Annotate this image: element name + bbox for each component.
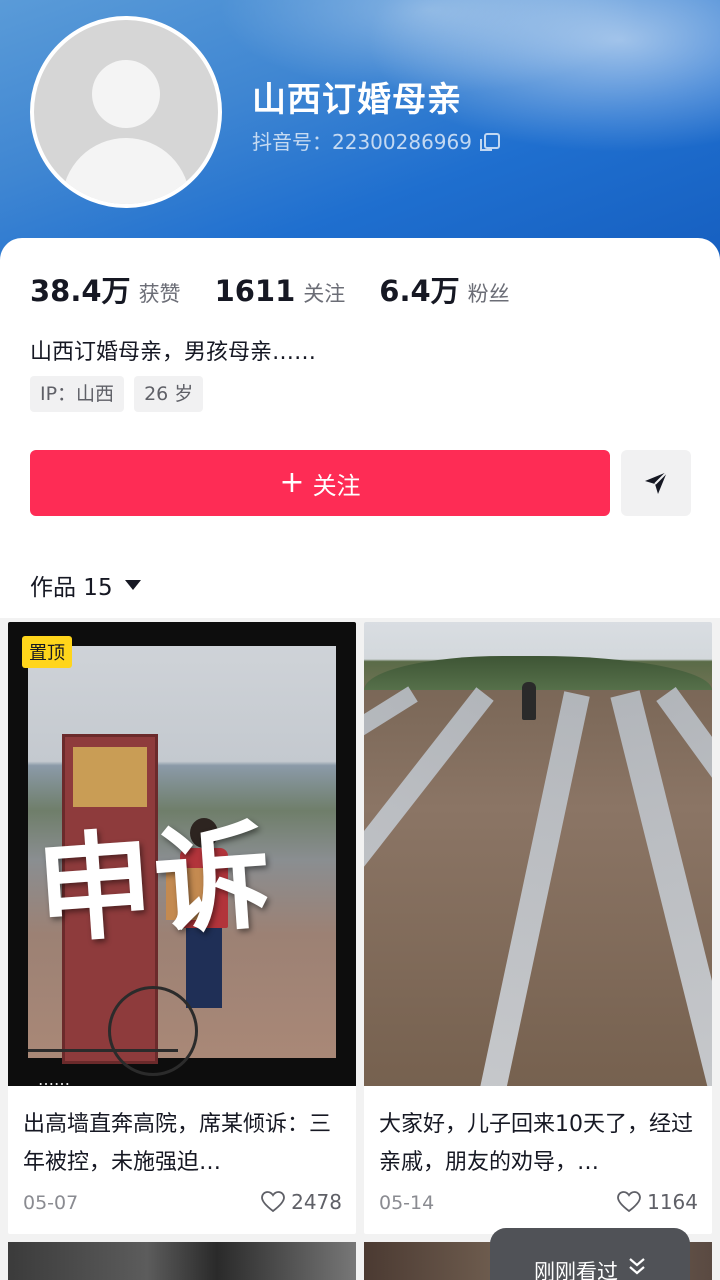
video-date: 05-07	[23, 1192, 79, 1214]
video-likes-count: 2478	[291, 1190, 342, 1214]
share-arrow-icon	[645, 471, 668, 494]
profile-tags: IP：山西 26 岁	[30, 376, 204, 412]
video-likes-count: 1164	[647, 1190, 698, 1214]
stat-likes-value: 38.4万	[30, 274, 131, 308]
stat-likes-label: 获赞	[138, 282, 181, 306]
plus-icon: +	[279, 465, 305, 500]
ip-location-tag: IP：山西	[30, 376, 125, 412]
profile-panel: 38.4万 获赞 1611 关注 6.4万 粉丝 山西订婚母亲，男孩母亲…… I…	[0, 238, 720, 618]
thumbnail-treeline	[364, 656, 712, 690]
stat-followers[interactable]: 6.4万 粉丝	[379, 268, 509, 310]
video-card-peek[interactable]	[8, 1242, 356, 1280]
avatar-placeholder-body	[62, 138, 190, 204]
video-card[interactable]: 申诉 …… 置顶 出高墙直奔高院，席某倾诉：三年被控，未施强迫… 05-07 2…	[8, 622, 356, 1234]
thumbnail-overlay-text: 申诉	[32, 807, 278, 961]
thumbnail-field-row	[364, 687, 494, 1086]
video-thumbnail[interactable]	[364, 622, 712, 1086]
avatar[interactable]	[30, 16, 222, 208]
video-thumbnail[interactable]: 申诉 …… 置顶	[8, 622, 356, 1086]
stat-following-value: 1611	[214, 274, 296, 308]
double-chevron-down-icon	[629, 1258, 645, 1275]
stat-followers-value: 6.4万	[379, 274, 460, 308]
pinned-badge: 置顶	[22, 636, 72, 668]
share-button[interactable]	[621, 450, 691, 516]
video-title: 大家好，儿子回来10天了，经过亲戚，朋友的劝导，…	[379, 1112, 693, 1175]
video-card[interactable]: 大家好，儿子回来10天了，经过亲戚，朋友的劝导，… 05-14 1164	[364, 622, 712, 1234]
works-tab[interactable]: 作品 15	[30, 568, 141, 602]
follow-button[interactable]: + 关注	[30, 450, 610, 516]
caret-down-icon	[124, 580, 141, 590]
douyin-id-text: 抖音号：2230028696​9	[252, 130, 472, 154]
stats-row: 38.4万 获赞 1611 关注 6.4万 粉丝	[30, 268, 544, 310]
video-likes: 1164	[617, 1190, 698, 1214]
recently-viewed-label: 刚刚看过	[534, 1260, 618, 1280]
stat-likes[interactable]: 38.4万 获赞	[30, 268, 181, 310]
profile-bio: 山西订婚母亲，男孩母亲……	[30, 340, 317, 365]
copy-icon[interactable]	[479, 132, 500, 151]
thumbnail-bottom-caption: ……	[38, 1070, 70, 1086]
thumbnail-person	[522, 682, 536, 720]
works-tab-label: 作品 15	[30, 575, 113, 601]
heart-icon	[617, 1191, 641, 1213]
thumbnail-field-row	[447, 691, 590, 1086]
recently-viewed-button[interactable]: 刚刚看过	[490, 1228, 690, 1280]
video-likes: 2478	[261, 1190, 342, 1214]
age-tag: 26 岁	[134, 376, 204, 412]
follow-button-label: 关注	[312, 471, 361, 500]
douyin-id-row[interactable]: 抖音号：2230028696​9	[252, 126, 500, 155]
heart-icon	[261, 1191, 285, 1213]
profile-name: 山西订婚母亲	[252, 80, 462, 120]
stat-following[interactable]: 1611 关注	[215, 274, 346, 308]
avatar-placeholder-head	[92, 60, 160, 128]
stat-followers-label: 粉丝	[467, 282, 510, 306]
stat-following-label: 关注	[303, 282, 346, 306]
video-date: 05-14	[379, 1192, 435, 1214]
video-title: 出高墙直奔高院，席某倾诉：三年被控，未施强迫…	[23, 1112, 332, 1175]
